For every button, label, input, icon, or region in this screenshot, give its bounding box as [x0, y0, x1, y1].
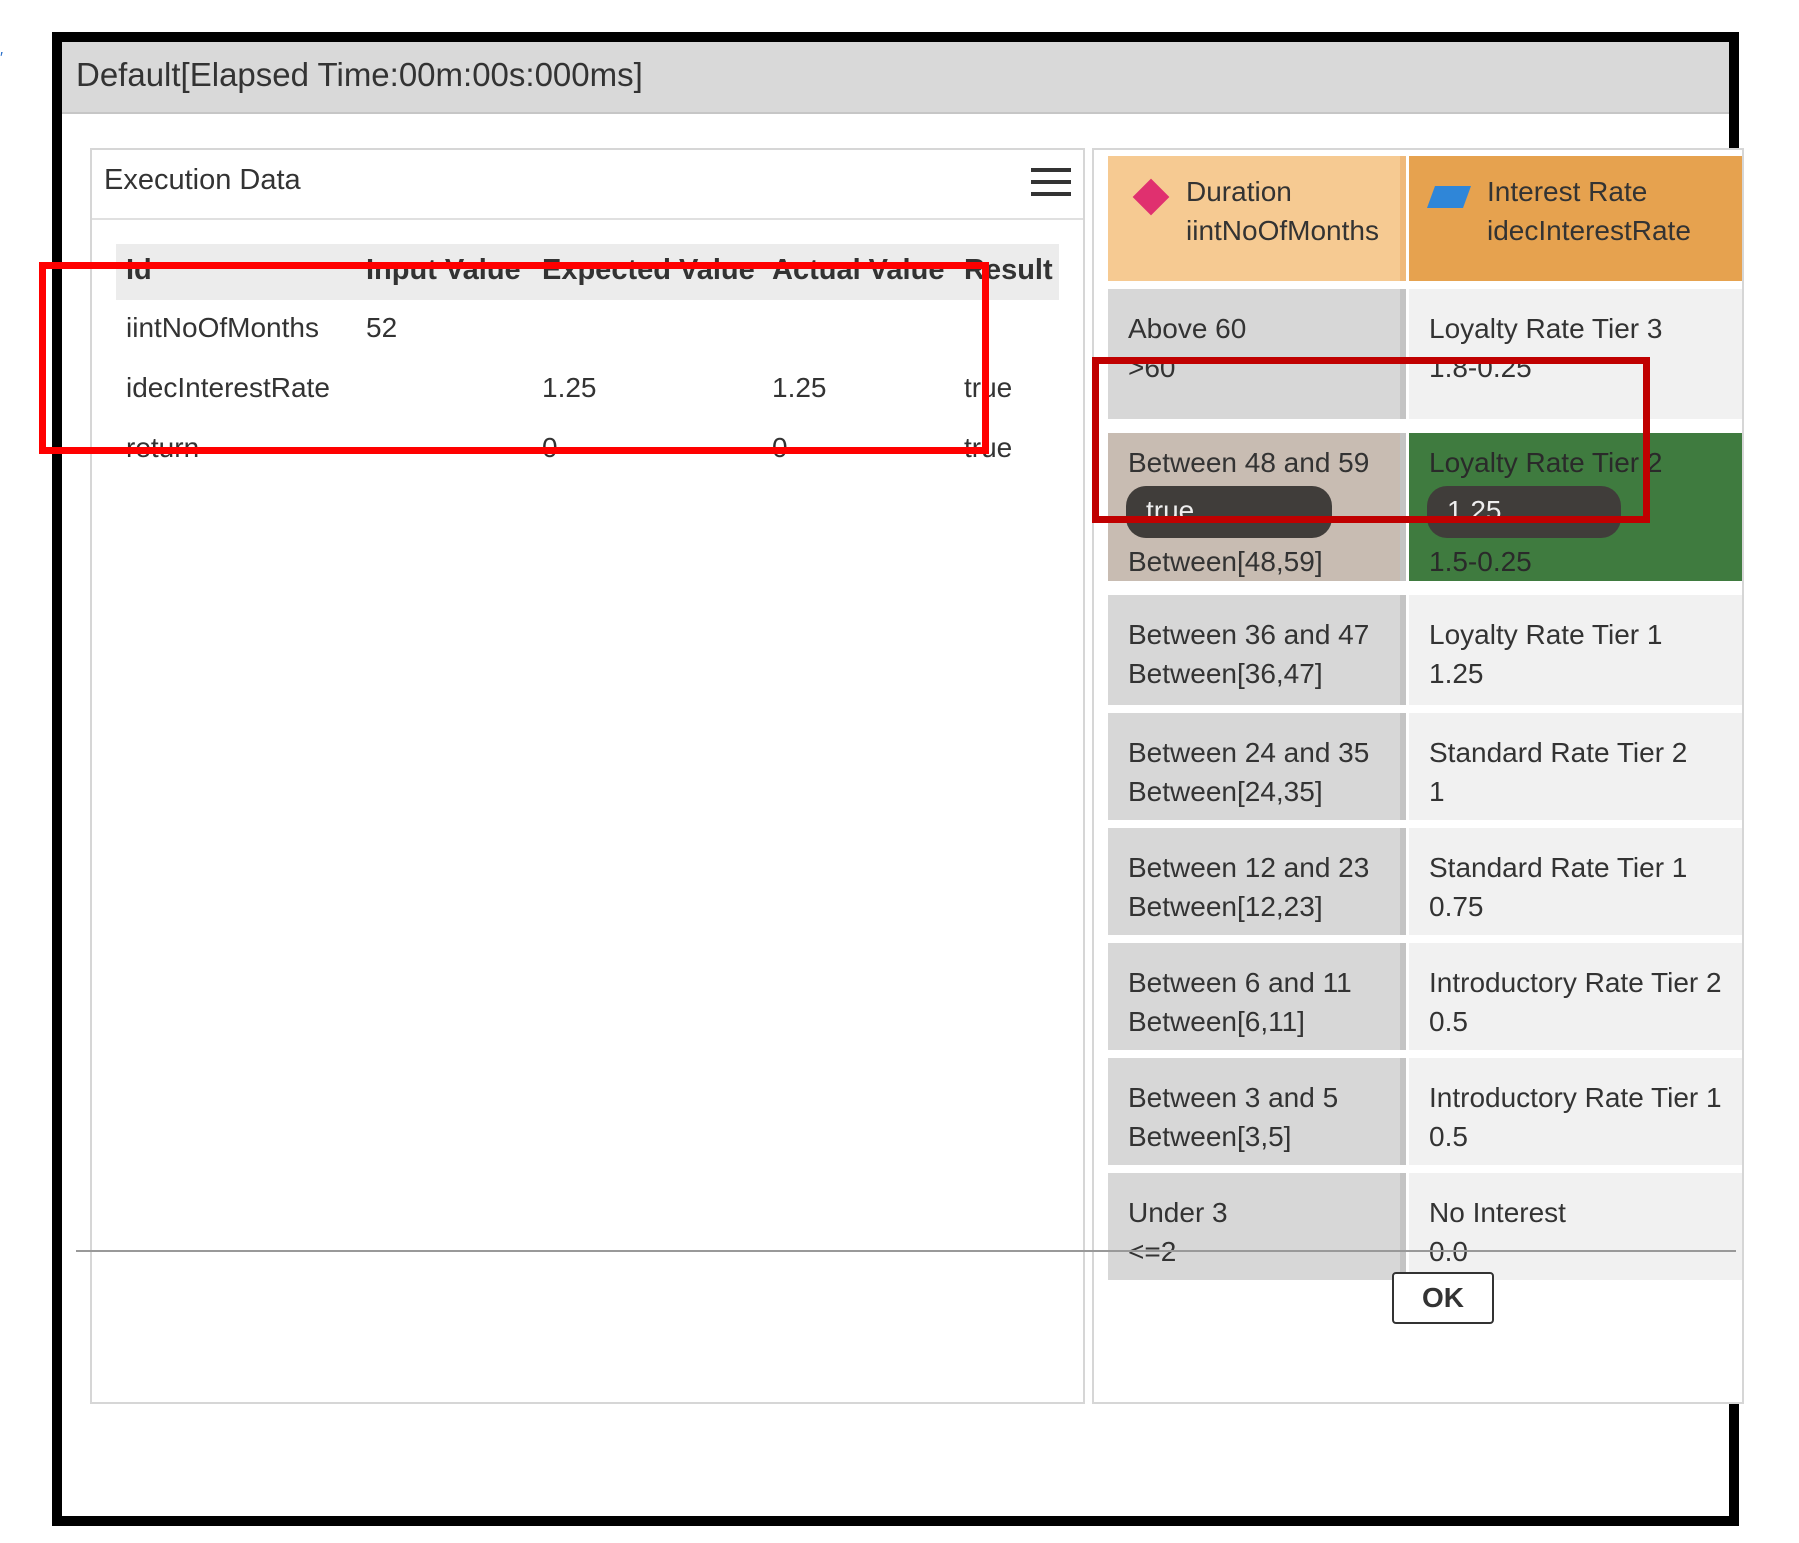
- conclusion-column-header[interactable]: Interest Rate idecInterestRate: [1409, 156, 1742, 281]
- conclusion-expression: 0.75: [1429, 891, 1484, 922]
- table-row[interactable]: iintNoOfMonths 52: [116, 300, 1059, 360]
- conclusion-label: Loyalty Rate Tier 1: [1429, 619, 1663, 650]
- condition-label: Between 24 and 35: [1128, 737, 1370, 768]
- decision-row[interactable]: Between 12 and 23 Between[12,23] Standar…: [1108, 828, 1742, 935]
- cell-expected-value: 0: [542, 432, 558, 463]
- cell-result: true: [964, 432, 1013, 463]
- conclusion-cell[interactable]: Introductory Rate Tier 1 0.5: [1409, 1058, 1742, 1165]
- decision-row[interactable]: Under 3 <=2 No Interest 0.0: [1108, 1173, 1742, 1280]
- condition-result-badge: true: [1126, 486, 1332, 538]
- cell-expected-value: 1.25: [542, 372, 597, 403]
- column-header-input-value[interactable]: Input Value: [366, 254, 521, 287]
- condition-label: Between 12 and 23: [1128, 852, 1370, 883]
- conclusion-expression: 1.8-0.25: [1429, 352, 1532, 383]
- conclusion-cell[interactable]: Loyalty Rate Tier 1 1.25: [1409, 595, 1742, 705]
- decision-table-panel: Duration iintNoOfMonths Interest Rate id…: [1092, 148, 1744, 1404]
- dialog-title-bar: Default[Elapsed Time:00m:00s:000ms]: [62, 42, 1729, 114]
- execution-data-panel: Execution Data Id Input Value Expected V…: [90, 148, 1085, 1404]
- caption-cutoff: [52, 1526, 1739, 1543]
- conclusion-label: Standard Rate Tier 2: [1429, 737, 1688, 768]
- condition-expression: Between[12,23]: [1128, 891, 1323, 922]
- conclusion-expression: 1.25: [1429, 658, 1484, 689]
- conclusion-cell[interactable]: Loyalty Rate Tier 2 1.25 1.5-0.25: [1409, 433, 1742, 581]
- condition-label: Between 48 and 59: [1128, 447, 1370, 478]
- cell-id: return: [126, 432, 200, 463]
- parallelogram-icon: [1426, 186, 1472, 208]
- decision-table-header: Duration iintNoOfMonths Interest Rate id…: [1108, 156, 1742, 281]
- decision-row-active[interactable]: Between 48 and 59 true Between[48,59] Lo…: [1108, 433, 1742, 581]
- conclusion-result-badge: 1.25: [1427, 486, 1621, 538]
- condition-expression: Between[24,35]: [1128, 776, 1323, 807]
- conclusion-label: Introductory Rate Tier 2: [1429, 967, 1722, 998]
- condition-label: Above 60: [1128, 313, 1247, 344]
- conclusion-label: Introductory Rate Tier 1: [1429, 1082, 1722, 1113]
- execution-data-header: Execution Data: [92, 150, 1083, 220]
- table-row[interactable]: return 0 0 true: [116, 420, 1059, 480]
- dialog-title: Default[Elapsed Time:00m:00s:000ms]: [76, 56, 643, 93]
- cell-actual-value: 1.25: [772, 372, 827, 403]
- execution-results-dialog: Default[Elapsed Time:00m:00s:000ms] Exec…: [52, 32, 1744, 1526]
- conclusion-expression: 1.5-0.25: [1429, 546, 1532, 577]
- condition-label: Under 3: [1128, 1197, 1228, 1228]
- column-header-actual-value[interactable]: Actual Value: [772, 254, 944, 287]
- condition-expression: >60: [1128, 352, 1176, 383]
- decision-table: Duration iintNoOfMonths Interest Rate id…: [1108, 156, 1742, 1280]
- column-header-result[interactable]: Result: [964, 254, 1053, 287]
- cell-input-value: 52: [366, 312, 398, 343]
- condition-expression: Between[3,5]: [1128, 1121, 1292, 1152]
- conclusion-cell[interactable]: Introductory Rate Tier 2 0.5: [1409, 943, 1742, 1050]
- condition-header-label: Duration: [1186, 176, 1292, 207]
- conclusion-label: Loyalty Rate Tier 2: [1429, 447, 1663, 478]
- conclusion-cell[interactable]: Standard Rate Tier 1 0.75: [1409, 828, 1742, 935]
- page-edge-mark: ′: [0, 50, 3, 67]
- conclusion-label: No Interest: [1429, 1197, 1566, 1228]
- decision-row[interactable]: Between 36 and 47 Between[36,47] Loyalty…: [1108, 595, 1742, 705]
- conclusion-expression: 0.5: [1429, 1121, 1468, 1152]
- condition-cell[interactable]: Between 36 and 47 Between[36,47]: [1108, 595, 1406, 705]
- condition-expression: Between[48,59]: [1128, 546, 1323, 577]
- decision-row[interactable]: Above 60 >60 Loyalty Rate Tier 3 1.8-0.2…: [1108, 289, 1742, 419]
- condition-cell[interactable]: Between 3 and 5 Between[3,5]: [1108, 1058, 1406, 1165]
- column-header-id[interactable]: Id: [126, 254, 152, 287]
- cell-result: true: [964, 372, 1013, 403]
- column-header-expected-value[interactable]: Expected Value: [542, 254, 755, 287]
- condition-cell[interactable]: Above 60 >60: [1108, 289, 1406, 419]
- conclusion-cell[interactable]: No Interest 0.0: [1409, 1173, 1742, 1280]
- cell-id: iintNoOfMonths: [126, 312, 319, 343]
- decision-row[interactable]: Between 3 and 5 Between[3,5] Introductor…: [1108, 1058, 1742, 1165]
- conclusion-header-label: Interest Rate: [1487, 176, 1648, 207]
- conclusion-expression: 0.5: [1429, 1006, 1468, 1037]
- conclusion-expression: 1: [1429, 776, 1445, 807]
- condition-cell[interactable]: Between 24 and 35 Between[24,35]: [1108, 713, 1406, 820]
- table-header-row: Id Input Value Expected Value Actual Val…: [116, 244, 1059, 300]
- ok-button[interactable]: OK: [1392, 1272, 1494, 1324]
- execution-data-table: Id Input Value Expected Value Actual Val…: [116, 244, 1059, 480]
- table-row[interactable]: idecInterestRate 1.25 1.25 true: [116, 360, 1059, 420]
- cell-id: idecInterestRate: [126, 372, 330, 403]
- condition-expression: Between[6,11]: [1128, 1006, 1305, 1037]
- condition-label: Between 6 and 11: [1128, 967, 1352, 998]
- condition-cell[interactable]: Between 12 and 23 Between[12,23]: [1108, 828, 1406, 935]
- cell-actual-value: 0: [772, 432, 788, 463]
- condition-label: Between 36 and 47: [1128, 619, 1370, 650]
- footer-divider: [76, 1250, 1736, 1252]
- diamond-icon: [1132, 178, 1170, 216]
- conclusion-cell[interactable]: Standard Rate Tier 2 1: [1409, 713, 1742, 820]
- decision-row[interactable]: Between 24 and 35 Between[24,35] Standar…: [1108, 713, 1742, 820]
- condition-cell[interactable]: Between 6 and 11 Between[6,11]: [1108, 943, 1406, 1050]
- condition-cell[interactable]: Under 3 <=2: [1108, 1173, 1406, 1280]
- condition-label: Between 3 and 5: [1128, 1082, 1339, 1113]
- decision-row[interactable]: Between 6 and 11 Between[6,11] Introduct…: [1108, 943, 1742, 1050]
- conclusion-cell[interactable]: Loyalty Rate Tier 3 1.8-0.25: [1409, 289, 1742, 419]
- condition-header-variable: iintNoOfMonths: [1186, 215, 1379, 246]
- conclusion-label: Standard Rate Tier 1: [1429, 852, 1688, 883]
- conclusion-label: Loyalty Rate Tier 3: [1429, 313, 1663, 344]
- conclusion-header-variable: idecInterestRate: [1487, 215, 1691, 246]
- condition-column-header[interactable]: Duration iintNoOfMonths: [1108, 156, 1406, 281]
- condition-expression: Between[36,47]: [1128, 658, 1323, 689]
- execution-data-title: Execution Data: [104, 164, 301, 196]
- hamburger-menu-icon[interactable]: [1031, 168, 1071, 198]
- condition-cell[interactable]: Between 48 and 59 true Between[48,59]: [1108, 433, 1406, 581]
